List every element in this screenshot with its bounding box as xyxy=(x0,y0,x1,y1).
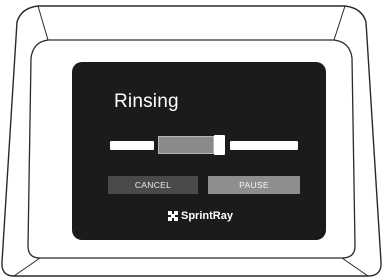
status-title: Rinsing xyxy=(114,91,179,112)
progress-segment-left xyxy=(110,141,154,150)
progress-segment-active xyxy=(158,136,214,154)
sprintray-logo-icon xyxy=(168,211,178,221)
progress-segment-right xyxy=(230,141,298,150)
brand-logo: SprintRay xyxy=(168,210,233,222)
progress-indicator xyxy=(110,134,300,156)
display-screen: Rinsing CANCEL PAUSE SprintRay xyxy=(72,62,326,240)
brand-name: SprintRay xyxy=(181,210,233,222)
cancel-button[interactable]: CANCEL xyxy=(108,176,198,194)
pause-button[interactable]: PAUSE xyxy=(208,176,300,194)
progress-handle xyxy=(214,135,225,155)
